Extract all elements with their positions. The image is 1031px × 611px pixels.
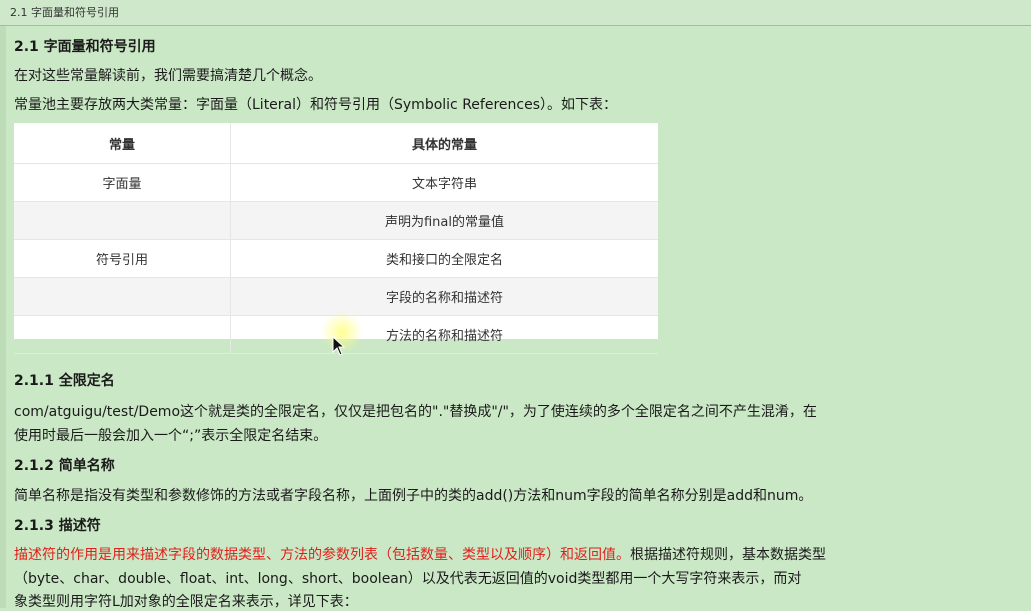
- table-cell: 方法的名称和描述符: [230, 315, 658, 354]
- simple-name-paragraph: 简单名称是指没有类型和参数修饰的方法或者字段名称，上面例子中的类的add()方法…: [14, 488, 813, 504]
- table-row: 字段的名称和描述符: [14, 277, 658, 316]
- descriptor-paragraph-line2: （byte、char、double、float、int、long、short、b…: [14, 571, 802, 587]
- descriptor-line1-rest: 根据描述符规则，基本数据类型: [630, 547, 826, 563]
- descriptor-paragraph-line1: 描述符的作用是用来描述字段的数据类型、方法的参数列表（包括数量、类型以及顺序）和…: [14, 544, 826, 564]
- table-cell: 声明为final的常量值: [230, 201, 658, 240]
- subsection-title-fqn: 2.1.1 全限定名: [14, 373, 115, 389]
- mouse-pointer-icon: [332, 336, 346, 356]
- table-cell: 文本字符串: [230, 163, 658, 202]
- table-cell: 字段的名称和描述符: [230, 277, 658, 316]
- table-cell: [14, 315, 231, 354]
- table-row: 声明为final的常量值: [14, 201, 658, 240]
- subsection-title-simple-name: 2.1.2 简单名称: [14, 458, 115, 474]
- table-row: 字面量 文本字符串: [14, 163, 658, 202]
- fqn-paragraph-line1: com/atguigu/test/Demo这个就是类的全限定名，仅仅是把包名的"…: [14, 404, 817, 420]
- table-row: 符号引用 类和接口的全限定名: [14, 239, 658, 278]
- table-cell: 类和接口的全限定名: [230, 239, 658, 278]
- table-cell: [14, 277, 231, 316]
- fqn-paragraph-line2: 使用时最后一般会加入一个“;”表示全限定名结束。: [14, 428, 328, 444]
- left-margin-bar: [0, 26, 6, 608]
- intro-paragraph: 在对这些常量解读前，我们需要搞清楚几个概念。: [14, 68, 322, 84]
- table-cell: 符号引用: [14, 239, 231, 278]
- document-tab-title: 2.1 字面量和符号引用: [0, 0, 1031, 26]
- descriptor-paragraph-line3: 象类型则用字符L加对象的全限定名来表示，详见下表：: [14, 594, 358, 610]
- table-header-constant: 常量: [14, 123, 231, 164]
- subsection-title-descriptor: 2.1.3 描述符: [14, 518, 101, 534]
- descriptor-highlight-text: 描述符的作用是用来描述字段的数据类型、方法的参数列表（包括数量、类型以及顺序）和…: [14, 547, 630, 563]
- section-title: 2.1 字面量和符号引用: [14, 39, 156, 55]
- constant-pool-paragraph: 常量池主要存放两大类常量：字面量（Literal）和符号引用（Symbolic …: [14, 97, 617, 113]
- table-cell: 字面量: [14, 163, 231, 202]
- table-header-detail: 具体的常量: [230, 123, 658, 164]
- table-cell: [14, 201, 231, 240]
- constants-table: 常量 具体的常量 字面量 文本字符串 声明为final的常量值 符号引用 类和接…: [14, 123, 658, 354]
